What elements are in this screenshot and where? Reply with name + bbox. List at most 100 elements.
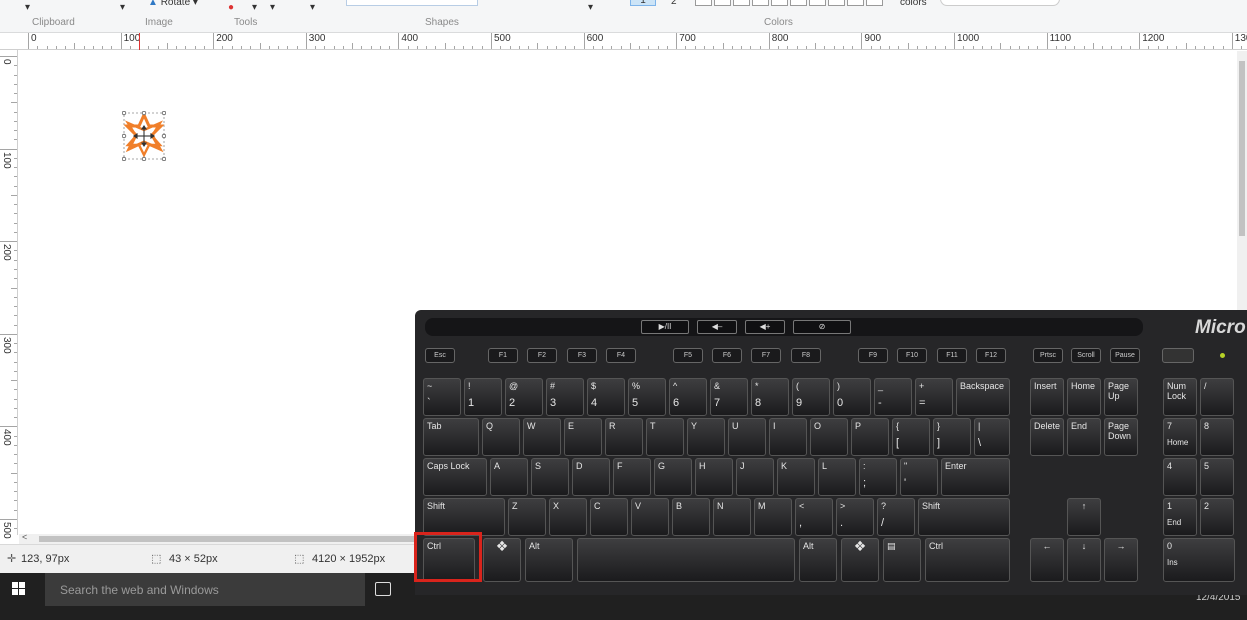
key-quote: " ' [900,458,938,496]
ruler-tick [611,46,613,49]
ruler-tick [370,46,372,49]
search-placeholder: Search the web and Windows [60,583,219,597]
key-5: % 5 [628,378,666,416]
key-tilde: ~ ` [423,378,461,416]
rotate-button[interactable]: ▲ Rotate ▾ [148,0,198,8]
key-l: L [818,458,856,496]
paste-dropdown-arrow[interactable]: ▾ [25,2,30,13]
vertical-ruler: 0 100 200 300 400 500 [0,50,18,539]
key-k: K [777,458,815,496]
ruler-tick [1037,46,1039,49]
color-swatch[interactable] [866,0,883,6]
key-windows-right: ❖ [841,538,879,582]
key-enter: Enter [941,458,1010,496]
ruler-tick [111,46,113,49]
ruler-tick [1092,43,1094,49]
key-p: P [851,418,889,456]
menu-icon: ▤ [887,541,896,551]
windows-logo-icon: ❖ [495,538,509,554]
key-e: E [564,418,602,456]
ruler-tick [796,46,798,49]
ruler-tick [500,46,502,49]
color-2-button[interactable]: 2 [671,0,677,7]
select-dropdown-arrow[interactable]: ▾ [120,2,125,13]
ruler-tick [833,46,835,49]
ruler-tick [14,491,17,493]
ruler-tick [14,417,17,419]
key-home: Home [1067,378,1101,416]
ruler-tick [176,46,178,49]
ruler-tick [46,46,48,49]
key-prtsc: Prtsc [1033,348,1063,363]
vertical-scroll-thumb[interactable] [1239,61,1245,236]
ruler-tick [37,46,39,49]
color-swatch[interactable] [828,0,845,6]
ruler-tick [1157,46,1159,49]
color-swatch[interactable] [790,0,807,6]
ruler-tick [398,33,400,49]
ruler-tick [666,46,668,49]
scroll-left-arrow-icon[interactable]: < [22,532,27,542]
ruler-tick [852,46,854,49]
key-v: V [631,498,669,536]
size-dropdown-arrow[interactable]: ▾ [588,2,593,13]
ruler-tick [685,46,687,49]
fill-tool-icon[interactable]: ▾ [252,2,257,13]
ruler-tick [870,46,872,49]
text-tool-icon[interactable]: ▾ [270,2,275,13]
ruler-tick [731,46,733,49]
taskbar-search-box[interactable]: Search the web and Windows [45,573,365,606]
ruler-tick [11,380,17,382]
ruler-tick [861,33,863,49]
key-n: N [713,498,751,536]
color-1-button[interactable]: 1 [630,0,656,6]
key-arrow-right: → [1104,538,1138,582]
task-view-icon[interactable] [375,582,391,596]
key-4: $4 [587,378,625,416]
ruler-v-label: 400 [1,429,12,447]
ruler-tick [1009,46,1011,49]
windows-logo-icon: ❖ [853,538,867,554]
color-swatch[interactable] [752,0,769,6]
color-swatch[interactable] [714,0,731,6]
key-f4: F4 [606,348,636,363]
ruler-tick [416,46,418,49]
ruler-tick [1000,43,1002,49]
color-swatch[interactable] [733,0,750,6]
key-f: F [613,458,651,496]
ruler-h-label: 200 [216,33,233,44]
color-swatch[interactable] [695,0,712,6]
key-num-4: 4 [1163,458,1197,496]
ruler-tick [14,343,17,345]
key-num-2: 2 [1200,498,1234,536]
key-windows-left: ❖ [483,538,521,582]
arrow-left-icon: ← [1042,541,1052,551]
shapes-gallery[interactable] [346,0,478,6]
key-a: A [490,458,528,496]
ruler-tick [944,46,946,49]
brushes-dropdown-arrow[interactable]: ▾ [310,2,315,13]
edit-colors-label[interactable]: colors [900,0,927,8]
ruler-tick [453,46,455,49]
ribbon: ▾ ▾ ▲ Rotate ▾ ● ▾ ▾ ▾ ▾ 1 2 colors Clip… [0,0,1247,33]
key-f10: F10 [897,348,927,363]
color-swatch[interactable] [847,0,864,6]
windows-start-icon[interactable] [12,582,26,596]
selected-star-shape[interactable] [122,111,166,161]
edit-with-paint3d-button[interactable] [940,0,1060,6]
color-swatch[interactable] [771,0,788,6]
ruler-tick [1222,46,1224,49]
key-7: & 7 [710,378,748,416]
key-d: D [572,458,610,496]
ruler-h-label: 0 [31,33,37,44]
horizontal-scroll-thumb[interactable] [39,536,479,542]
color-swatch[interactable] [809,0,826,6]
key-right-alt: Alt [799,538,837,582]
key-y: Y [687,418,725,456]
key-delete: Delete [1030,418,1064,456]
key-equals: + = [915,378,953,416]
ruler-tick [935,46,937,49]
ruler-tick [14,167,17,169]
ruler-tick [14,130,17,132]
pencil-tool-icon[interactable]: ● [228,2,234,13]
